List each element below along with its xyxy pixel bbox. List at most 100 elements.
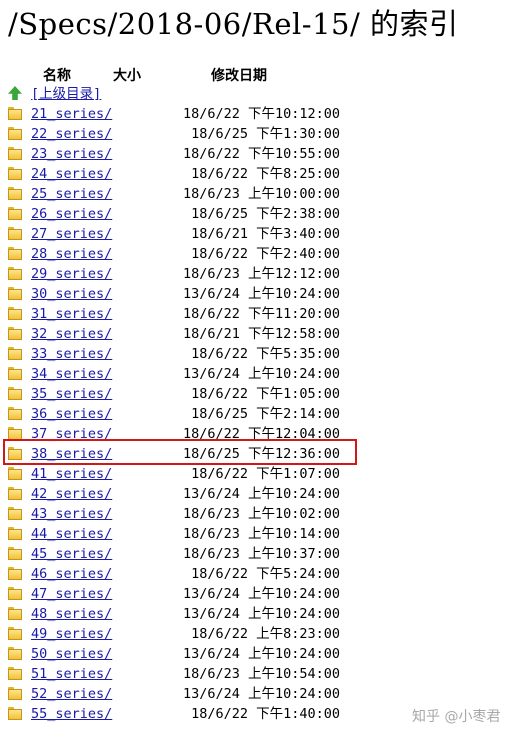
directory-link[interactable]: 27_series/: [31, 226, 112, 242]
folder-icon: [8, 567, 22, 580]
modified-date: 18/6/25 下午1:30:00: [191, 126, 340, 142]
directory-link[interactable]: 47_series/: [31, 586, 112, 602]
folder-icon: [8, 467, 22, 480]
modified-date: 13/6/24 上午10:24:00: [182, 486, 340, 502]
modified-date: 18/6/25 下午2:38:00: [191, 206, 340, 222]
directory-row[interactable]: 55_series/18/6/22 下午1:40:00: [0, 704, 360, 724]
directory-row[interactable]: 51_series/18/6/23 上午10:54:00: [0, 664, 360, 684]
page-title: /Specs/2018-06/Rel-15/ 的索引: [8, 7, 459, 41]
directory-link[interactable]: 55_series/: [31, 706, 112, 722]
folder-icon: [8, 667, 22, 680]
folder-icon: [8, 347, 22, 360]
directory-link[interactable]: 34_series/: [31, 366, 112, 382]
directory-row[interactable]: 27_series/18/6/21 下午3:40:00: [0, 224, 360, 244]
directory-link[interactable]: 46_series/: [31, 566, 112, 582]
directory-row[interactable]: 31_series/18/6/22 下午11:20:00: [0, 304, 360, 324]
folder-icon: [8, 607, 22, 620]
directory-link[interactable]: 28_series/: [31, 246, 112, 262]
modified-date: 18/6/23 上午10:37:00: [182, 546, 340, 562]
directory-link[interactable]: 38_series/: [31, 446, 112, 462]
column-header-name[interactable]: 名称: [43, 65, 71, 85]
directory-row[interactable]: 23_series/18/6/22 下午10:55:00: [0, 144, 360, 164]
column-header-size[interactable]: 大小: [113, 65, 141, 85]
directory-row[interactable]: 22_series/18/6/25 下午1:30:00: [0, 124, 360, 144]
modified-date: 13/6/24 上午10:24:00: [182, 366, 340, 382]
folder-icon: [8, 107, 22, 120]
directory-link[interactable]: 26_series/: [31, 206, 112, 222]
watermark: 知乎 @小枣君: [412, 709, 501, 725]
directory-row[interactable]: 35_series/18/6/22 下午1:05:00: [0, 384, 360, 404]
modified-date: 18/6/23 上午10:02:00: [182, 506, 340, 522]
directory-row[interactable]: 43_series/18/6/23 上午10:02:00: [0, 504, 360, 524]
modified-date: 18/6/22 下午12:04:00: [182, 426, 340, 442]
directory-link[interactable]: 45_series/: [31, 546, 112, 562]
directory-link[interactable]: 44_series/: [31, 526, 112, 542]
directory-row[interactable]: 37_series/18/6/22 下午12:04:00: [0, 424, 360, 444]
directory-link[interactable]: 35_series/: [31, 386, 112, 402]
directory-row[interactable]: 28_series/18/6/22 下午2:40:00: [0, 244, 360, 264]
directory-row[interactable]: 33_series/18/6/22 下午5:35:00: [0, 344, 360, 364]
directory-row[interactable]: 52_series/13/6/24 上午10:24:00: [0, 684, 360, 704]
modified-date: 18/6/23 上午12:12:00: [182, 266, 340, 282]
directory-row[interactable]: 41_series/18/6/22 下午1:07:00: [0, 464, 360, 484]
directory-link[interactable]: 49_series/: [31, 626, 112, 642]
directory-link[interactable]: 42_series/: [31, 486, 112, 502]
folder-icon: [8, 327, 22, 340]
folder-icon: [8, 447, 22, 460]
directory-row[interactable]: 46_series/18/6/22 下午5:24:00: [0, 564, 360, 584]
directory-row[interactable]: 25_series/18/6/23 上午10:00:00: [0, 184, 360, 204]
column-header-date[interactable]: 修改日期: [211, 65, 267, 85]
directory-link[interactable]: 31_series/: [31, 306, 112, 322]
modified-date: 18/6/21 下午3:40:00: [191, 226, 340, 242]
directory-link[interactable]: 43_series/: [31, 506, 112, 522]
parent-directory-link[interactable]: [上级目录]: [31, 86, 101, 102]
directory-link[interactable]: 30_series/: [31, 286, 112, 302]
directory-link[interactable]: 51_series/: [31, 666, 112, 682]
directory-link[interactable]: 36_series/: [31, 406, 112, 422]
directory-row[interactable]: 26_series/18/6/25 下午2:38:00: [0, 204, 360, 224]
directory-link[interactable]: 23_series/: [31, 146, 112, 162]
folder-icon: [8, 187, 22, 200]
directory-link[interactable]: 25_series/: [31, 186, 112, 202]
modified-date: 13/6/24 上午10:24:00: [182, 686, 340, 702]
directory-row[interactable]: 24_series/18/6/22 下午8:25:00: [0, 164, 360, 184]
directory-row[interactable]: 49_series/18/6/22 上午8:23:00: [0, 624, 360, 644]
folder-icon: [8, 387, 22, 400]
directory-row[interactable]: 32_series/18/6/21 下午12:58:00: [0, 324, 360, 344]
modified-date: 18/6/22 下午8:25:00: [191, 166, 340, 182]
folder-icon: [8, 407, 22, 420]
directory-link[interactable]: 41_series/: [31, 466, 112, 482]
parent-directory-row[interactable]: [上级目录]: [0, 84, 360, 104]
directory-link[interactable]: 33_series/: [31, 346, 112, 362]
directory-row[interactable]: 42_series/13/6/24 上午10:24:00: [0, 484, 360, 504]
folder-icon: [8, 207, 22, 220]
folder-icon: [8, 627, 22, 640]
directory-row[interactable]: 21_series/18/6/22 下午10:12:00: [0, 104, 360, 124]
directory-link[interactable]: 24_series/: [31, 166, 112, 182]
directory-row[interactable]: 44_series/18/6/23 上午10:14:00: [0, 524, 360, 544]
directory-row[interactable]: 38_series/18/6/25 下午12:36:00: [0, 444, 360, 464]
directory-row[interactable]: 34_series/13/6/24 上午10:24:00: [0, 364, 360, 384]
folder-icon: [8, 247, 22, 260]
directory-row[interactable]: 36_series/18/6/25 下午2:14:00: [0, 404, 360, 424]
directory-link[interactable]: 37_series/: [31, 426, 112, 442]
directory-link[interactable]: 48_series/: [31, 606, 112, 622]
modified-date: 18/6/21 下午12:58:00: [182, 326, 340, 342]
directory-link[interactable]: 52_series/: [31, 686, 112, 702]
directory-row[interactable]: 29_series/18/6/23 上午12:12:00: [0, 264, 360, 284]
directory-row[interactable]: 45_series/18/6/23 上午10:37:00: [0, 544, 360, 564]
modified-date: 18/6/22 下午10:55:00: [182, 146, 340, 162]
directory-link[interactable]: 29_series/: [31, 266, 112, 282]
directory-link[interactable]: 32_series/: [31, 326, 112, 342]
folder-icon: [8, 587, 22, 600]
directory-link[interactable]: 22_series/: [31, 126, 112, 142]
directory-link[interactable]: 50_series/: [31, 646, 112, 662]
folder-icon: [8, 367, 22, 380]
directory-link[interactable]: 21_series/: [31, 106, 112, 122]
directory-row[interactable]: 47_series/13/6/24 上午10:24:00: [0, 584, 360, 604]
directory-row[interactable]: 50_series/13/6/24 上午10:24:00: [0, 644, 360, 664]
directory-row[interactable]: 48_series/13/6/24 上午10:24:00: [0, 604, 360, 624]
modified-date: 13/6/24 上午10:24:00: [182, 606, 340, 622]
folder-icon: [8, 507, 22, 520]
directory-row[interactable]: 30_series/13/6/24 上午10:24:00: [0, 284, 360, 304]
